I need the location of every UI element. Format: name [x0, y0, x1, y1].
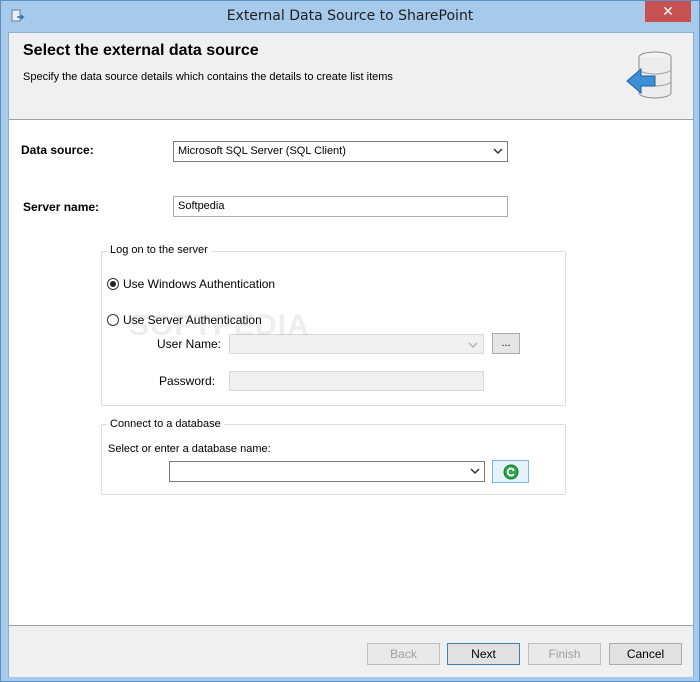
server-name-label: Server name: — [23, 200, 100, 214]
database-import-icon — [626, 51, 672, 99]
cancel-button[interactable]: Cancel — [609, 643, 682, 665]
page-subtitle: Specify the data source details which co… — [23, 71, 393, 83]
database-prompt: Select or enter a database name: — [108, 443, 271, 455]
wizard-footer: Back Next Finish Cancel — [9, 625, 693, 677]
windows-auth-label[interactable]: Use Windows Authentication — [123, 277, 275, 291]
wizard-header: Select the external data source Specify … — [9, 33, 693, 120]
browse-users-button[interactable]: ... — [492, 333, 520, 354]
server-name-input[interactable]: Softpedia — [173, 196, 508, 217]
logon-caption: Log on to the server — [107, 244, 211, 256]
close-button[interactable]: ✕ — [645, 1, 691, 22]
database-name-combobox[interactable] — [169, 461, 485, 482]
window-title: External Data Source to SharePoint — [226, 8, 474, 24]
softpedia-watermark: SOFTPEDIA — [129, 309, 310, 342]
finish-button[interactable]: Finish — [528, 643, 601, 665]
next-button[interactable]: Next — [447, 643, 520, 665]
chevron-down-icon — [470, 468, 480, 475]
windows-auth-radio[interactable] — [107, 278, 119, 290]
wizard-client-area: Select the external data source Specify … — [8, 32, 694, 677]
refresh-databases-button[interactable] — [492, 460, 529, 483]
back-button[interactable]: Back — [367, 643, 440, 665]
data-source-select[interactable]: Microsoft SQL Server (SQL Client) — [173, 141, 508, 162]
password-label: Password: — [159, 374, 216, 388]
data-source-label: Data source: — [21, 143, 94, 157]
database-caption: Connect to a database — [107, 418, 224, 430]
chevron-down-icon — [468, 342, 478, 349]
server-auth-radio[interactable] — [107, 314, 119, 326]
refresh-icon — [503, 464, 519, 480]
data-source-value: Microsoft SQL Server (SQL Client) — [178, 145, 346, 157]
page-title: Select the external data source — [23, 42, 259, 59]
close-icon: ✕ — [662, 3, 674, 19]
main-window: External Data Source to SharePoint ✕ Sel… — [0, 0, 700, 682]
server-name-value: Softpedia — [178, 200, 225, 212]
chevron-down-icon — [493, 148, 503, 155]
password-input[interactable] — [229, 371, 484, 391]
title-bar[interactable]: External Data Source to SharePoint ✕ — [1, 1, 699, 31]
